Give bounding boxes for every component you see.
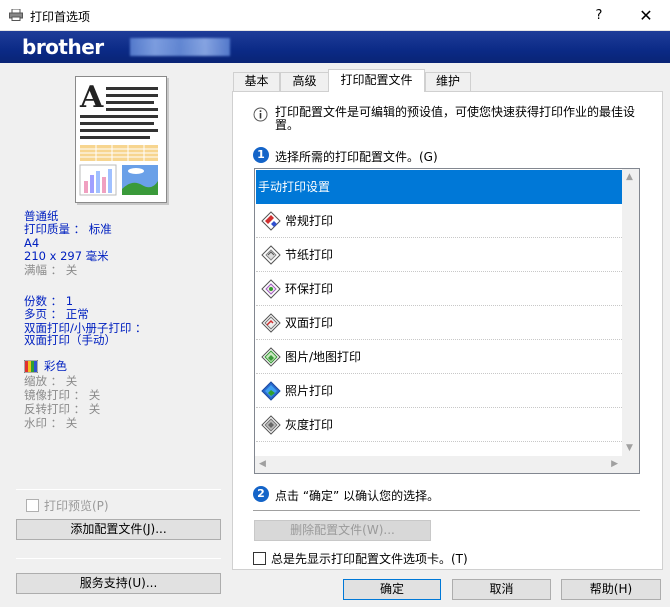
page-preview: A	[75, 76, 167, 203]
document-preview-icon: A	[79, 80, 158, 196]
tab-print-profiles[interactable]: 打印配置文件	[328, 69, 425, 92]
color-mode-row: 彩色	[24, 360, 67, 373]
step-2-label: 点击 “确定” 以确认您的选择。	[275, 489, 440, 503]
info-text-line1: 打印配置文件是可编辑的预设值，可使您快速获得打印作业的最佳设	[275, 105, 636, 119]
add-profile-button[interactable]: 添加配置文件(J)...	[16, 519, 221, 540]
print-preview-label: 打印预览(P)	[44, 499, 109, 513]
photo-print-icon	[261, 380, 281, 401]
step-2-badge: 2	[253, 486, 269, 502]
separator	[253, 510, 640, 511]
profile-list[interactable]: 手动打印设置 常规打印 节纸打印 环保打印 双面打印 图片/地图打印 照片打印 …	[254, 168, 640, 474]
ok-button[interactable]: 确定	[343, 579, 441, 600]
help-button[interactable]: 帮助(H)	[561, 579, 661, 600]
support-button[interactable]: 服务支持(U)...	[16, 573, 221, 594]
grayscale-print-icon	[261, 414, 281, 435]
list-item-eco[interactable]: 环保打印	[256, 272, 622, 306]
list-item-label: 节纸打印	[285, 248, 334, 262]
print-quality: 打印质量 ： 标准	[24, 222, 112, 236]
list-item-label: 灰度打印	[285, 418, 334, 432]
paper-dimensions: 210 x 297 毫米	[24, 249, 109, 263]
list-item-label: 手动打印设置	[258, 180, 331, 194]
scroll-down-icon[interactable]: ▼	[626, 443, 633, 453]
tab-basic[interactable]: 基本	[233, 72, 280, 91]
printer-icon	[9, 9, 23, 21]
title-bar: 打印首选项 ? ✕	[0, 0, 670, 31]
print-preview-checkbox[interactable]	[26, 499, 39, 512]
print-profiles-panel: 打印配置文件是可编辑的预设值，可使您快速获得打印作业的最佳设 置。 1 选择所需…	[232, 91, 663, 570]
close-button[interactable]: ✕	[622, 0, 670, 31]
brand-banner: brother	[0, 31, 670, 63]
list-item-photo[interactable]: 照片打印	[256, 374, 622, 408]
step-1-badge: 1	[253, 147, 269, 163]
list-item-label: 常规打印	[285, 214, 334, 228]
list-item-general[interactable]: 常规打印	[256, 204, 622, 238]
info-icon	[253, 107, 268, 122]
reverse-setting: 反转打印 ： 关	[24, 402, 101, 416]
scaling-setting: 缩放 ： 关	[24, 374, 78, 388]
color-bars-icon	[24, 360, 38, 373]
list-horizontal-scrollbar[interactable]: ◀ ▶	[255, 456, 639, 473]
scroll-right-icon[interactable]: ▶	[611, 459, 618, 469]
duplex-print-icon	[261, 312, 281, 333]
step-1-label: 选择所需的打印配置文件。(G)	[275, 150, 438, 164]
eco-print-icon	[261, 278, 281, 299]
svg-text:A: A	[79, 80, 104, 115]
settings-summary-panel: A 普通纸 打印质量 ： 标准 A4 210 x 297 毫米 满幅 ： 关 份…	[8, 66, 224, 602]
info-text-line2: 置。	[275, 118, 300, 132]
info-text: 打印配置文件是可编辑的预设值，可使您快速获得打印作业的最佳设 置。	[275, 106, 635, 132]
watermark-setting: 水印 ： 关	[24, 416, 78, 430]
scroll-left-icon[interactable]: ◀	[259, 459, 266, 469]
tab-maintenance[interactable]: 维护	[425, 72, 471, 91]
delete-profile-button[interactable]: 删除配置文件(W)...	[254, 520, 431, 541]
list-item-image-map[interactable]: 图片/地图打印	[256, 340, 622, 374]
list-item-grayscale[interactable]: 灰度打印	[256, 408, 622, 442]
color-mode-label: 彩色	[44, 359, 67, 373]
list-item-label: 图片/地图打印	[285, 350, 362, 364]
general-print-icon	[261, 210, 281, 231]
list-item-label: 环保打印	[285, 282, 334, 296]
cancel-button[interactable]: 取消	[452, 579, 551, 600]
separator	[16, 489, 221, 490]
separator	[16, 558, 221, 559]
list-item-manual[interactable]: 手动打印设置	[256, 170, 622, 204]
help-title-button[interactable]: ?	[576, 0, 622, 31]
always-show-checkbox-row: 总是先显示打印配置文件选项卡。(T)	[253, 550, 468, 567]
list-item-paper-save[interactable]: 节纸打印	[256, 238, 622, 272]
scroll-up-icon[interactable]: ▲	[626, 172, 633, 182]
brother-logo: brother	[22, 35, 104, 59]
list-vertical-scrollbar[interactable]: ▲ ▼	[622, 169, 639, 456]
window-title: 打印首选项	[30, 10, 91, 24]
always-show-checkbox[interactable]	[253, 552, 266, 565]
always-show-label: 总是先显示打印配置文件选项卡。(T)	[271, 552, 468, 566]
list-item-label: 双面打印	[285, 316, 334, 330]
list-item-label: 照片打印	[285, 384, 334, 398]
multi-page-setting: 多页 ： 正常	[24, 307, 89, 321]
print-preview-checkbox-row: 打印预览(P)	[26, 497, 109, 514]
tab-advanced[interactable]: 高级	[280, 72, 329, 91]
duplex-mode: 双面打印（手动）	[24, 333, 116, 347]
list-item-duplex[interactable]: 双面打印	[256, 306, 622, 340]
image-map-icon	[261, 346, 281, 367]
full-page-setting: 满幅 ： 关	[24, 263, 78, 277]
mirror-setting: 镜像打印 ： 关	[24, 388, 101, 402]
blurred-model-name	[130, 38, 230, 56]
paper-save-icon	[261, 244, 281, 265]
